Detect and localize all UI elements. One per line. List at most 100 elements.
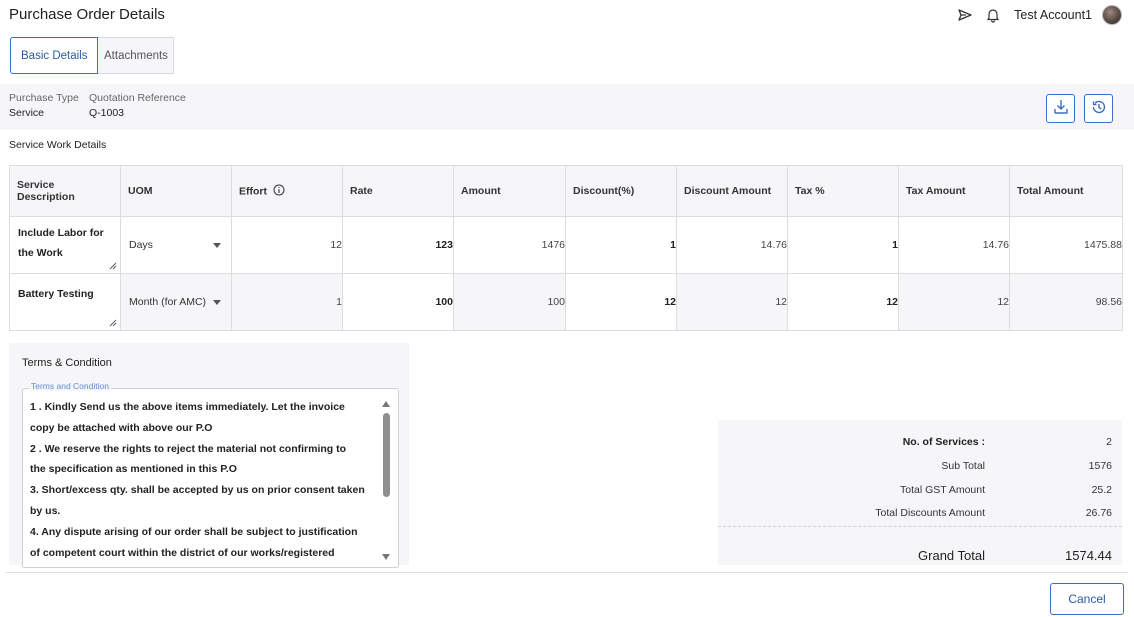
gst-label: Total GST Amount <box>899 484 985 496</box>
col-header-effort: Effort <box>231 165 343 217</box>
col-header-tax-pct: Tax % <box>787 165 899 217</box>
col-header-description: Service Description <box>9 165 121 217</box>
tab-attachments[interactable]: Attachments <box>98 37 175 74</box>
uom-cell[interactable]: Days <box>120 216 232 274</box>
rate-cell[interactable]: 123 <box>342 216 454 274</box>
terms-panel: Terms & Condition 1 . Kindly Send us the… <box>9 343 409 568</box>
effort-cell[interactable]: 12 <box>231 216 343 274</box>
avatar[interactable] <box>1102 5 1122 25</box>
discount-pct-cell[interactable]: 1 <box>565 216 677 274</box>
total-amount-cell: 98.56 <box>1009 273 1123 331</box>
terms-line: of competent court within the district o… <box>30 546 335 559</box>
discounts-value: 26.76 <box>1085 507 1112 519</box>
tax-amount-cell: 14.76 <box>898 216 1010 274</box>
terms-line: copy be attached with above our P.O <box>30 421 213 434</box>
description-cell[interactable]: Include Labor for the Work <box>9 216 121 274</box>
discount-pct-cell[interactable]: 12 <box>565 273 677 331</box>
top-right-actions: Test Account1 <box>956 4 1122 26</box>
col-header-effort-label: Effort <box>239 184 267 197</box>
scroll-thumb[interactable] <box>383 413 390 497</box>
purchase-type-value: Service <box>9 107 45 119</box>
resize-grip-icon[interactable] <box>109 262 117 270</box>
quotation-reference-group: Quotation Reference Q-1003 <box>89 92 186 119</box>
amount-cell: 1476 <box>453 216 566 274</box>
terms-line: 2 . We reserve the rights to reject the … <box>30 442 347 455</box>
uom-selected-value: Days <box>129 239 153 251</box>
bell-icon[interactable] <box>984 6 1002 24</box>
info-icon[interactable] <box>273 184 285 199</box>
effort-cell[interactable]: 1 <box>231 273 343 331</box>
terms-field-label: Terms and Condition <box>29 381 111 391</box>
col-header-discount-amount: Discount Amount <box>676 165 788 217</box>
col-header-amount: Amount <box>453 165 566 217</box>
total-amount-cell: 1475.88 <box>1009 216 1123 274</box>
summary-row-discounts: Total Discounts Amount 26.76 <box>718 507 1122 527</box>
send-icon[interactable] <box>956 6 974 24</box>
summary-divider <box>718 526 1122 527</box>
discount-amount-cell: 12 <box>676 273 788 331</box>
terms-line: 3. Short/excess qty. shall be accepted b… <box>30 484 365 497</box>
service-work-table: Service Description UOM Effort Rate Amou… <box>9 165 1123 331</box>
purchase-type-label: Purchase Type <box>9 92 79 104</box>
chevron-down-icon <box>213 299 221 305</box>
summary-row-gst: Total GST Amount 25.2 <box>718 484 1122 504</box>
tax-amount-cell: 12 <box>898 273 1010 331</box>
grand-total-label: Grand Total <box>918 548 985 563</box>
discount-amount-cell: 14.76 <box>676 216 788 274</box>
grand-total-value: 1574.44 <box>1065 548 1112 563</box>
history-button[interactable] <box>1084 94 1113 123</box>
terms-title: Terms & Condition <box>22 357 112 369</box>
discounts-label: Total Discounts Amount <box>875 507 985 519</box>
table-row: Include Labor for the Work Days 12 123 1… <box>9 216 1123 274</box>
uom-cell[interactable]: Month (for AMC) <box>120 273 232 331</box>
description-cell[interactable]: Battery Testing <box>9 273 121 331</box>
scroll-down-arrow-icon[interactable] <box>382 554 390 560</box>
terms-textarea[interactable]: 1 . Kindly Send us the above items immed… <box>22 388 399 568</box>
summary-panel: No. of Services : 2 Sub Total 1576 Total… <box>718 420 1122 565</box>
uom-select[interactable]: Month (for AMC) <box>121 274 231 330</box>
history-icon <box>1090 98 1108 119</box>
account-name[interactable]: Test Account1 <box>1014 8 1092 22</box>
tab-basic-details[interactable]: Basic Details <box>10 37 99 74</box>
scroll-up-arrow-icon[interactable] <box>382 401 390 407</box>
uom-selected-value: Month (for AMC) <box>129 296 207 308</box>
table-row: Battery Testing Month (for AMC) 1 100 10… <box>9 273 1123 331</box>
tax-pct-cell[interactable]: 1 <box>787 216 899 274</box>
cancel-button[interactable]: Cancel <box>1050 583 1124 615</box>
terms-line: 1 . Kindly Send us the above items immed… <box>30 401 345 413</box>
no-of-services-value: 2 <box>1106 436 1112 448</box>
sub-total-value: 1576 <box>1088 460 1112 472</box>
page-title: Purchase Order Details <box>9 6 165 23</box>
resize-grip-icon[interactable] <box>109 319 117 327</box>
col-header-discount-pct: Discount(%) <box>565 165 677 217</box>
summary-row-services: No. of Services : 2 <box>718 436 1122 456</box>
gst-value: 25.2 <box>1091 484 1112 496</box>
col-header-uom: UOM <box>120 165 232 217</box>
purchase-type-group: Purchase Type Service <box>9 92 79 119</box>
table-header-row: Service Description UOM Effort Rate Amou… <box>9 165 1123 217</box>
description-textarea[interactable]: Battery Testing <box>10 274 120 330</box>
chevron-down-icon <box>213 242 221 248</box>
terms-scrollbar[interactable] <box>382 397 391 562</box>
top-bar: Purchase Order Details Test Account1 <box>0 0 1134 30</box>
description-textarea[interactable]: Include Labor for the Work <box>10 217 120 273</box>
purchase-info-strip: Purchase Type Service Quotation Referenc… <box>0 84 1134 130</box>
terms-line: the specification as mentioned in this P… <box>30 463 237 476</box>
terms-text: 1 . Kindly Send us the above items immed… <box>30 397 375 563</box>
quotation-reference-value: Q-1003 <box>89 107 125 119</box>
sub-total-label: Sub Total <box>941 460 985 472</box>
tax-pct-cell[interactable]: 12 <box>787 273 899 331</box>
amount-cell: 100 <box>453 273 566 331</box>
quotation-reference-label: Quotation Reference <box>89 92 186 104</box>
summary-row-subtotal: Sub Total 1576 <box>718 460 1122 480</box>
terms-line: by us. <box>30 504 61 517</box>
rate-cell[interactable]: 100 <box>342 273 454 331</box>
no-of-services-label: No. of Services : <box>902 436 985 448</box>
uom-select[interactable]: Days <box>121 217 231 273</box>
footer-divider <box>6 572 1128 573</box>
col-header-total-amount: Total Amount <box>1009 165 1123 217</box>
download-icon <box>1052 98 1070 119</box>
terms-line: 4. Any dispute arising of our order shal… <box>30 525 358 538</box>
section-title: Service Work Details <box>9 139 107 151</box>
download-button[interactable] <box>1046 94 1075 123</box>
